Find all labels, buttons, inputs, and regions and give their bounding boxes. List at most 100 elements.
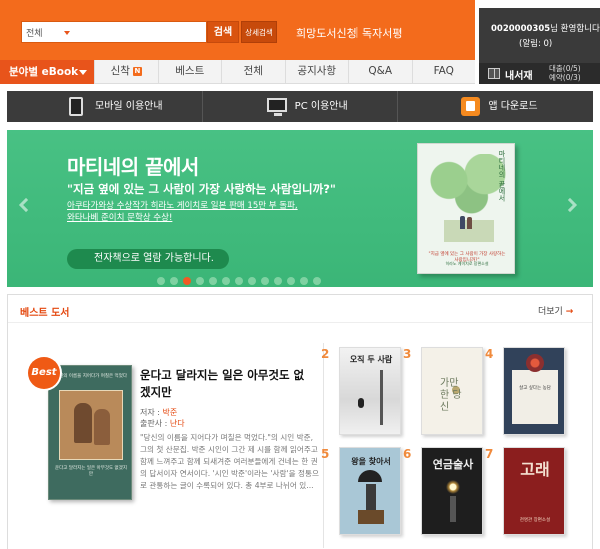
book-title: 가만 한 당신 <box>440 378 462 413</box>
book-icon <box>488 68 500 79</box>
cover-text: 운다고 달라지는 일은 아무것도 없겠지만 <box>55 466 127 477</box>
my-library-label[interactable]: 내서재 <box>505 67 533 82</box>
banner-quote: "지금 옆에 있는 그 사람이 가장 사랑하는 사람입니까?" <box>67 182 336 196</box>
reader-review-link[interactable]: 독자서평 <box>362 25 402 41</box>
divider <box>8 322 592 323</box>
app-download-link[interactable]: 앱 다운로드 <box>398 91 593 122</box>
category-menu[interactable]: 분야별 eBook <box>0 60 94 84</box>
more-label: 더보기 <box>538 307 563 317</box>
featured-book-title[interactable]: 운다고 달라지는 일은 아무것도 없겠지만 <box>140 367 310 401</box>
rank-number: 5 <box>321 447 330 461</box>
search-button[interactable]: 검색 <box>207 21 239 43</box>
cover-figure <box>460 216 465 229</box>
book-title: 왕을 찾아서 <box>351 457 391 466</box>
slide-dot[interactable] <box>248 277 256 285</box>
banner-title: 마티네의 끝에서 <box>67 155 199 179</box>
slide-dot[interactable] <box>170 277 178 285</box>
arrow-right-icon: → <box>565 307 574 317</box>
best-books-section: 베스트 도서 더보기 → 당신의 이름을 지어다가 며칠은 먹었다 운다고 달라… <box>7 294 593 549</box>
promo-banner[interactable]: 마티네의 끝에서 "지금 옆에 있는 그 사람이 가장 사랑하는 사람입니까?"… <box>7 130 593 287</box>
chevron-down-icon <box>79 70 87 75</box>
cover-illustration <box>358 510 384 524</box>
publisher-label: 출판사 : <box>140 419 170 428</box>
book-title: 오직 두 사람 <box>349 355 393 364</box>
book-cover[interactable]: 오직 두 사람 <box>339 347 401 435</box>
greeting-text: 님 환영합니다 <box>550 24 600 34</box>
cover-paper: 살고 싶다는 농담 <box>512 370 558 424</box>
cover-illustration <box>358 470 382 482</box>
featured-book-description: "당신의 이름을 지어다가 며칠은 먹었다."의 시인 박준, 그의 첫 산문집… <box>140 433 319 490</box>
tab-notice[interactable]: 공지사항 <box>284 60 349 83</box>
user-panel: 0020000305님 환영합니다 (알림: 0) 내서재 대출(0/5) 예약(… <box>479 8 600 84</box>
tab-faq[interactable]: FAQ <box>411 60 476 83</box>
user-greeting: 0020000305님 환영합니다 <box>491 22 600 34</box>
user-id: 0020000305 <box>491 24 551 34</box>
featured-book-cover[interactable]: 당신의 이름을 지어다가 며칠은 먹었다 운다고 달라지는 일은 아무것도 없겠… <box>48 365 132 500</box>
section-title: 베스트 도서 <box>20 308 70 319</box>
tab-new[interactable]: 신착 N <box>94 60 158 83</box>
cover-text: 당신의 이름을 지어다가 며칠은 먹었다 <box>55 374 127 379</box>
book-cover[interactable]: 살고 싶다는 농담 <box>503 347 565 435</box>
pc-guide-label: PC 이용안내 <box>294 101 348 112</box>
slide-dot[interactable] <box>209 277 217 285</box>
best-badge: Best <box>28 357 60 389</box>
app-download-label: 앱 다운로드 <box>488 101 538 112</box>
tab-label: 신착 <box>110 65 130 77</box>
banner-desc-line2[interactable]: 와타나베 준이치 문학상 수상! <box>67 211 172 223</box>
tab-qna[interactable]: Q&A <box>348 60 412 83</box>
reserve-count: 예약(0/3) <box>549 73 581 82</box>
cover-illustration <box>526 354 544 372</box>
mobile-guide-link[interactable]: 모바일 이용안내 <box>7 91 203 122</box>
author-label: 저자 : <box>140 408 163 417</box>
slide-dot[interactable] <box>300 277 308 285</box>
tab-all[interactable]: 전체 <box>221 60 285 83</box>
monitor-icon <box>266 98 287 116</box>
cover-figure <box>450 496 456 522</box>
book-cover[interactable]: 가만 한 당신 <box>421 347 483 435</box>
hope-book-request-link[interactable]: 희망도서신청 <box>296 25 357 41</box>
guide-bar: 모바일 이용안내 PC 이용안내 앱 다운로드 <box>7 91 593 122</box>
new-badge: N <box>132 67 142 76</box>
rank-number: 6 <box>403 447 412 461</box>
rank-number: 7 <box>485 447 494 461</box>
detail-search-button[interactable]: 상세검색 <box>241 21 277 43</box>
slide-indicators <box>157 277 321 285</box>
tab-best[interactable]: 베스트 <box>157 60 222 83</box>
cover-author: 히라노 게이치로 장편소설 <box>445 261 489 266</box>
mobile-phone-icon <box>69 97 83 116</box>
read-ebook-button[interactable]: 전자책으로 열람 가능합니다. <box>67 249 229 269</box>
cover-figure <box>467 217 472 229</box>
search-category-select[interactable]: 전체 <box>26 26 43 39</box>
pc-guide-link[interactable]: PC 이용안내 <box>203 91 399 122</box>
slide-dot[interactable] <box>196 277 204 285</box>
slide-dot[interactable] <box>157 277 165 285</box>
slide-dot[interactable] <box>261 277 269 285</box>
banner-desc-line1[interactable]: 아쿠타가와상 수상작가 히라노 게이치로 일본 판매 15만 부 돌파, <box>67 199 298 211</box>
slide-dot[interactable] <box>274 277 282 285</box>
book-cover[interactable]: 고래 천명관 장편소설 <box>503 447 565 535</box>
banner-book-cover[interactable]: 마티네의 끝에서 "지금 옆에 있는 그 사람이 가장 사랑하는 사람입니까?"… <box>417 143 515 274</box>
cover-illustration <box>380 370 383 425</box>
slide-dot[interactable] <box>313 277 321 285</box>
book-cover[interactable]: 왕을 찾아서 <box>339 447 401 535</box>
slide-dot[interactable] <box>287 277 295 285</box>
more-link[interactable]: 더보기 → <box>538 304 573 317</box>
rank-number: 2 <box>321 347 330 361</box>
book-cover[interactable]: 연금술사 <box>421 447 483 535</box>
book-subtitle: 천명관 장편소설 <box>519 518 551 523</box>
book-title: 고래 <box>520 460 550 479</box>
top-header: 전체 검색 상세검색 희망도서신청 | 독자서평 분야별 eBook 신착 N 베… <box>0 0 475 84</box>
search-box: 전체 <box>21 21 207 43</box>
search-input[interactable] <box>70 23 204 41</box>
nav-tabs: 신착 N 베스트 전체 공지사항 Q&A FAQ <box>94 60 475 84</box>
rank-number: 4 <box>485 347 494 361</box>
cover-illustration <box>59 390 123 460</box>
slide-dot[interactable] <box>235 277 243 285</box>
book-title: 연금술사 <box>432 458 474 471</box>
rank-number: 3 <box>403 347 412 361</box>
my-library-bar[interactable]: 내서재 대출(0/5) 예약(0/3) <box>479 63 600 84</box>
category-menu-label: 분야별 eBook <box>9 66 79 78</box>
slide-dot[interactable] <box>222 277 230 285</box>
slide-dot[interactable] <box>183 277 191 285</box>
cover-figure <box>358 398 364 408</box>
